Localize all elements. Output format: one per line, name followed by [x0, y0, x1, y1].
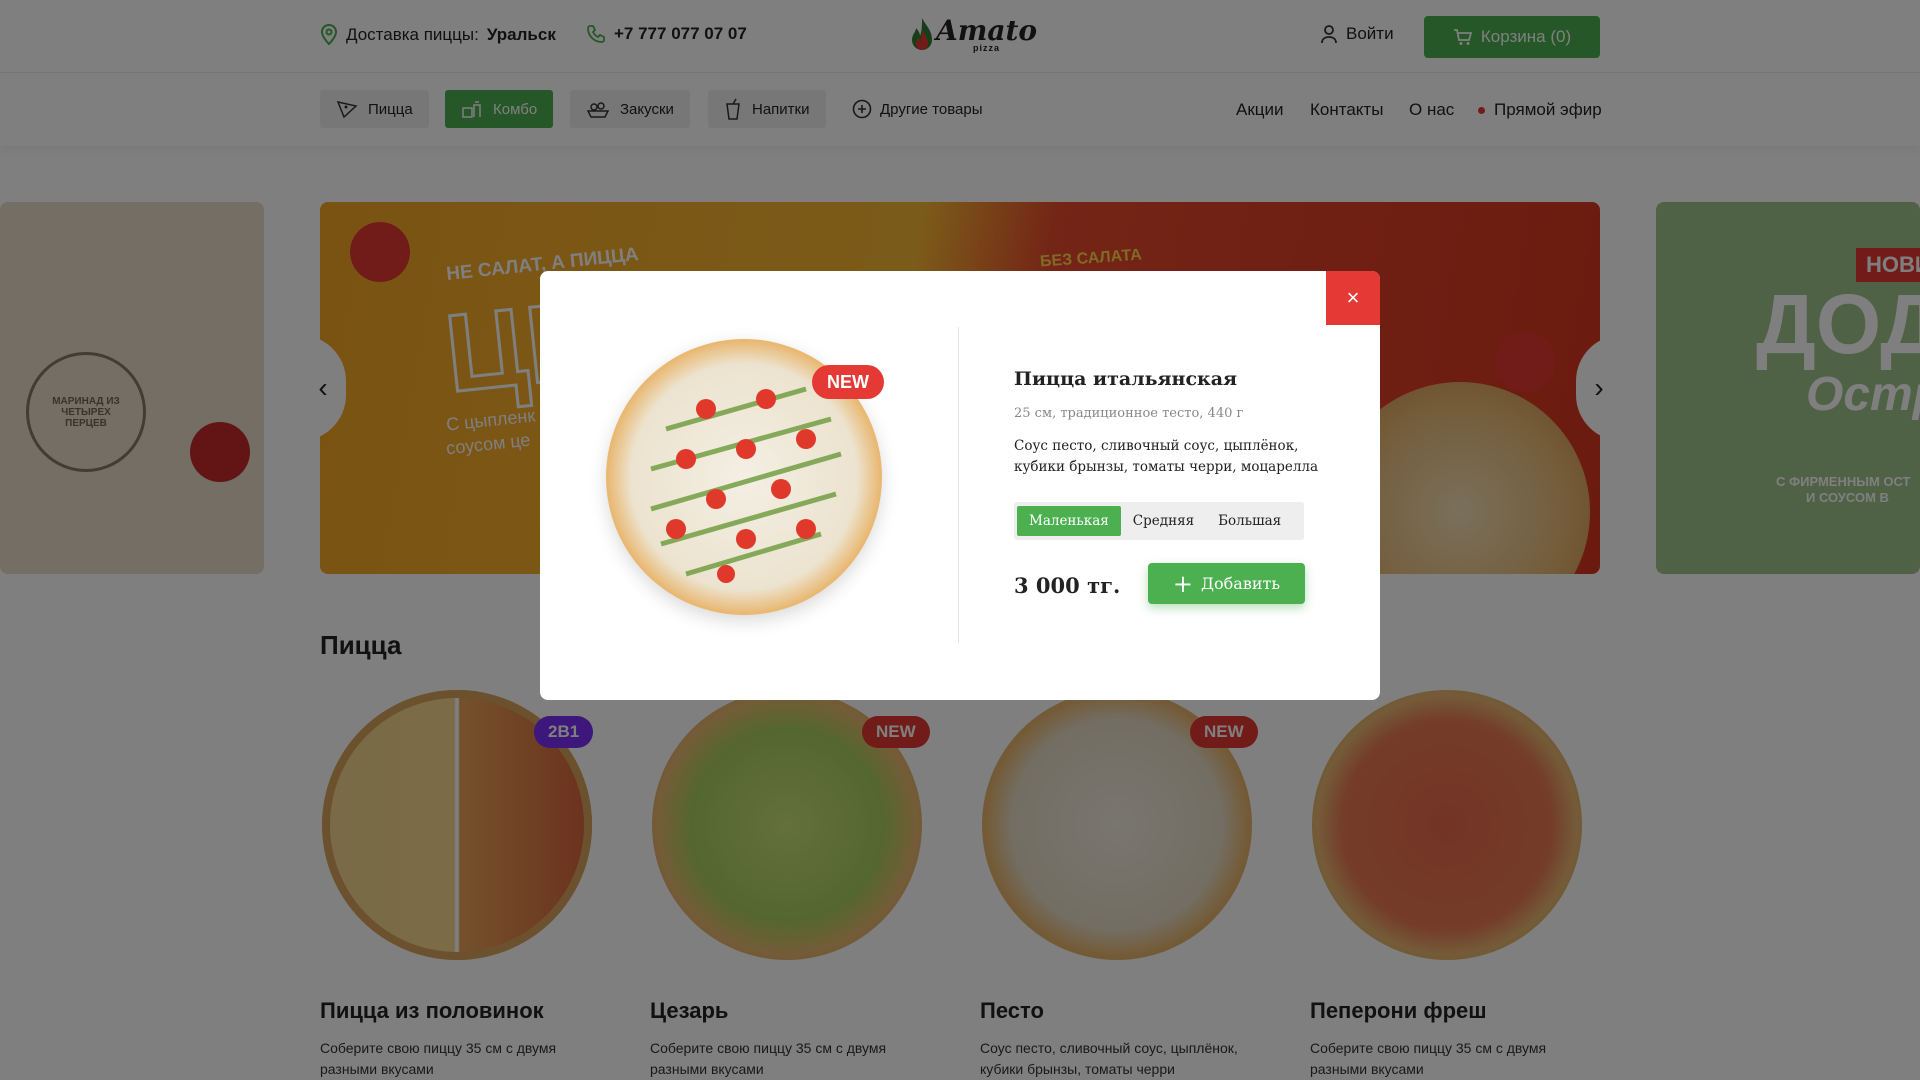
- size-option-large[interactable]: Большая: [1206, 506, 1293, 536]
- modal-description: Соус песто, сливочный соус, цыплёнок, ку…: [1014, 438, 1319, 475]
- plus-icon: +: [1172, 569, 1194, 598]
- modal-price: 3 000 тг.: [1014, 573, 1121, 598]
- modal-new-badge: NEW: [812, 365, 884, 399]
- close-icon: ×: [1346, 285, 1360, 310]
- modal-subtitle: 25 см, традиционное тесто, 440 г: [1014, 406, 1244, 421]
- modal-title: Пицца итальянская: [1014, 368, 1238, 390]
- size-option-medium[interactable]: Средняя: [1121, 506, 1206, 536]
- add-to-cart-button[interactable]: + Добавить: [1148, 563, 1305, 604]
- close-button[interactable]: ×: [1326, 271, 1380, 325]
- product-modal: × NEW Пицца итальянская 25 см, традицион…: [540, 271, 1380, 700]
- size-option-small[interactable]: Маленькая: [1017, 506, 1121, 536]
- size-selector: Маленькая Средняя Большая: [1014, 502, 1304, 540]
- modal-divider: [958, 327, 959, 643]
- add-label: Добавить: [1201, 574, 1281, 593]
